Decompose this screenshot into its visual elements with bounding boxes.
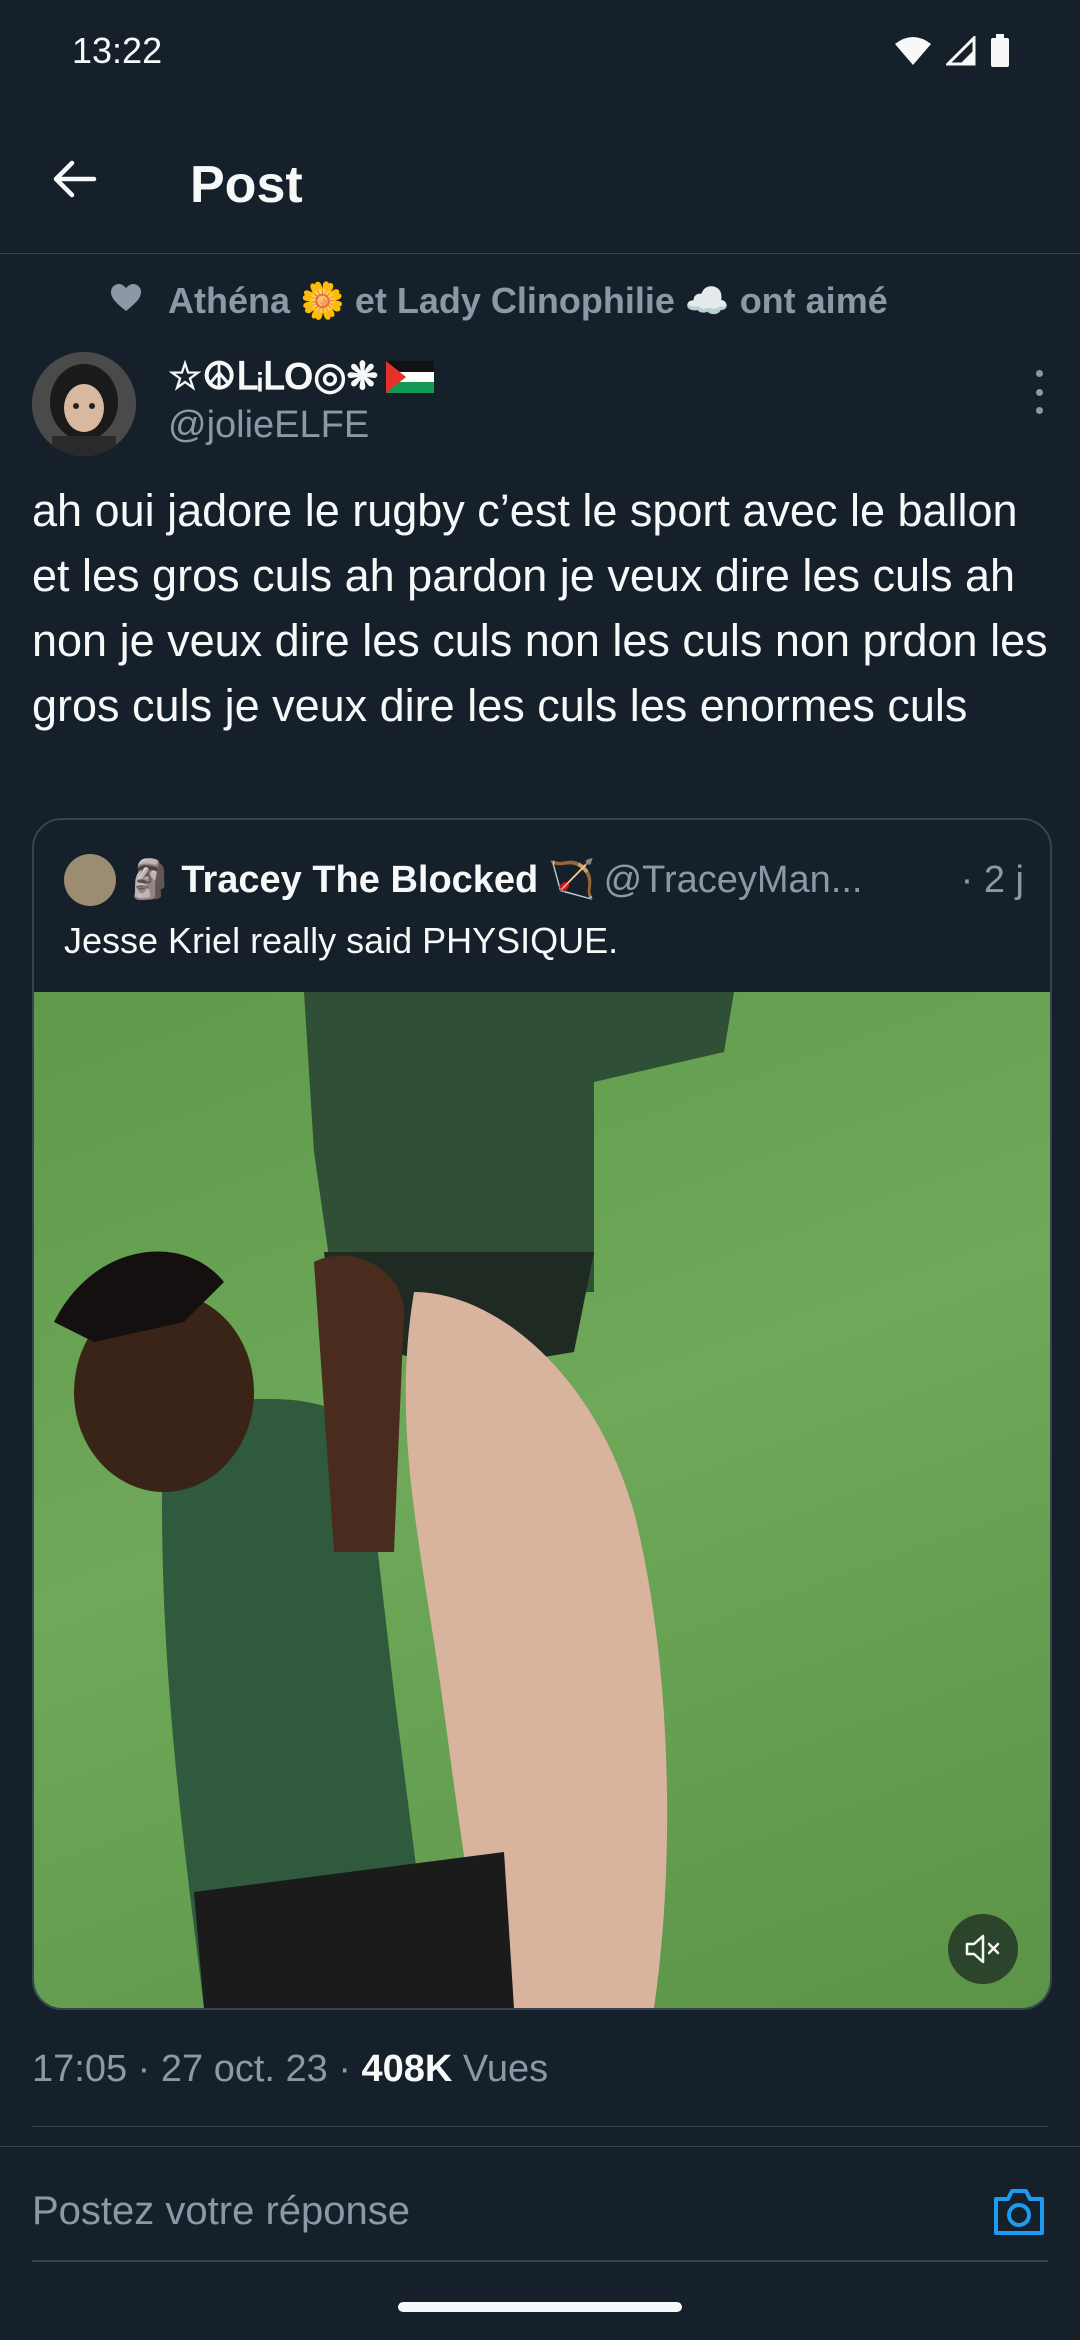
quoted-post-text: Jesse Kriel really said PHYSIQUE. — [64, 920, 619, 961]
post-timestamp: 17:05 · 27 oct. 23 · — [32, 2048, 362, 2090]
mute-button[interactable] — [948, 1914, 1018, 1984]
heart-icon — [111, 284, 141, 311]
video-frame — [54, 992, 734, 2008]
quoted-post-header: 🗿 Tracey The Blocked 🏹 @TraceyMan... · 2… — [64, 854, 1024, 906]
dot-icon — [1035, 370, 1043, 377]
quoted-post-time: · 2 j — [960, 858, 1024, 901]
quoted-post-video[interactable] — [34, 992, 1050, 2008]
bow-arrow-icon: 🏹 — [548, 859, 596, 901]
post-meta: 17:05 · 27 oct. 23 · 408K Vues — [32, 2048, 548, 2091]
avatar-image — [32, 352, 136, 456]
reply-input[interactable]: Postez votre réponse — [32, 2189, 410, 2234]
camera-icon[interactable] — [992, 2187, 1046, 2237]
status-icons — [894, 34, 1010, 68]
more-options-button[interactable] — [1024, 370, 1054, 414]
divider — [32, 2126, 1048, 2127]
status-time: 13:22 — [72, 30, 163, 71]
battery-icon — [991, 34, 1009, 67]
author-display-name[interactable]: ☆☮ᒪᵢᒪO◎❋ — [168, 354, 435, 399]
dot-icon — [1035, 388, 1043, 396]
home-indicator[interactable] — [398, 2302, 682, 2312]
views-count[interactable]: 408K — [362, 2048, 453, 2090]
post-text: ah oui jadore le rugby c’est le sport av… — [32, 485, 1048, 731]
quoted-author-avatar — [64, 854, 116, 906]
top-app-bar: Post — [0, 105, 1080, 254]
reply-bar: Postez votre réponse — [0, 2146, 1080, 2263]
volume-muted-icon — [965, 1934, 1000, 1964]
palestine-flag-icon — [386, 360, 435, 393]
signal-icon — [946, 36, 976, 66]
arrow-left-icon — [53, 160, 97, 198]
status-bar: 13:22 — [0, 0, 1080, 105]
dot-icon — [1035, 407, 1043, 414]
views-label: Vues — [452, 2048, 549, 2090]
wifi-icon — [895, 37, 931, 65]
liked-by-row[interactable]: Athéna 🌼 et Lady Clinophilie ☁️ ont aimé — [168, 280, 888, 322]
author-handle[interactable]: @jolieELFE — [168, 404, 369, 447]
page-title: Post — [190, 156, 303, 214]
reply-underline — [32, 2260, 1048, 2262]
liked-by-text: Athéna 🌼 et Lady Clinophilie ☁️ ont aimé — [168, 280, 888, 321]
quoted-author-handle: @TraceyMan... — [603, 858, 863, 901]
quoted-post[interactable]: 🗿 Tracey The Blocked 🏹 @TraceyMan... · 2… — [32, 818, 1052, 2010]
author-avatar[interactable] — [32, 352, 136, 456]
back-button[interactable] — [44, 149, 104, 209]
moai-icon: 🗿 — [126, 859, 174, 901]
quoted-author-name: Tracey The Blocked — [181, 858, 539, 901]
